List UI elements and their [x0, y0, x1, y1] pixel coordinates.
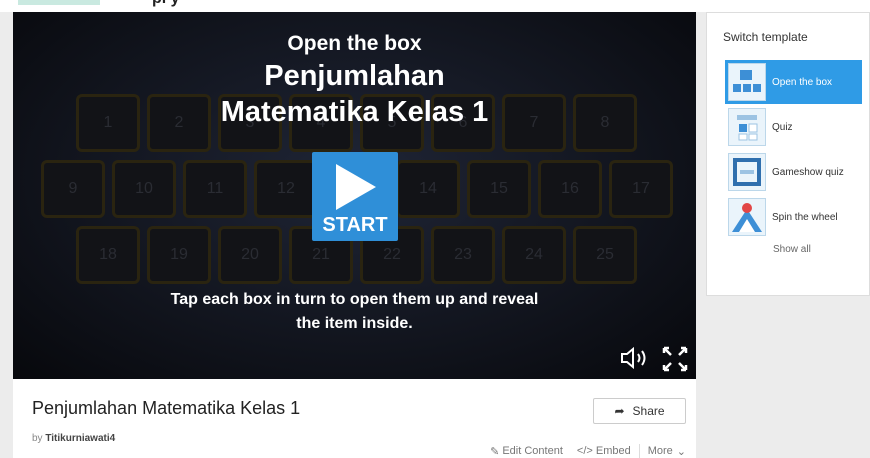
- start-button[interactable]: START: [312, 152, 398, 241]
- template-spin-the-wheel[interactable]: Spin the wheel: [725, 195, 862, 239]
- game-box[interactable]: 19: [147, 226, 211, 284]
- chevron-down-icon: ⌄: [676, 445, 686, 458]
- template-label: Open the box: [772, 76, 833, 88]
- author-line: by Titikurniawati4: [32, 433, 115, 444]
- share-arrow-icon: ➦: [614, 404, 625, 418]
- activity-actions: ✎ Edit Content </> Embed More ⌄: [490, 444, 686, 458]
- start-label: START: [322, 214, 388, 236]
- game-player[interactable]: 1234567891011121314151617181920212223242…: [13, 12, 696, 379]
- game-instructions: Tap each box in turn to open them up and…: [170, 291, 539, 332]
- game-title-line2: Matematika Kelas 1: [220, 96, 489, 128]
- activity-title: Penjumlahan Matematika Kelas 1: [32, 398, 301, 418]
- game-box[interactable]: 25: [573, 226, 637, 284]
- game-box[interactable]: 24: [502, 226, 566, 284]
- template-open-the-box[interactable]: Open the box: [725, 60, 862, 104]
- template-label: Spin the wheel: [772, 211, 838, 223]
- template-gameshow-quiz[interactable]: Gameshow quiz: [725, 150, 862, 194]
- divider: [638, 444, 640, 458]
- activity-info-panel: Penjumlahan Matematika Kelas 1 by Titiku…: [13, 379, 696, 458]
- share-button[interactable]: ➦ Share: [593, 398, 686, 424]
- game-box[interactable]: 14: [396, 160, 460, 218]
- edit-content-link[interactable]: Edit Content: [502, 445, 563, 457]
- top-strip-text: pl y: [152, 0, 180, 8]
- play-icon: [336, 164, 376, 210]
- game-box[interactable]: 17: [609, 160, 673, 218]
- top-strip: pl y: [0, 0, 870, 12]
- switch-template-panel: Switch template Open the box Quiz Gamesh…: [706, 12, 870, 296]
- volume-icon[interactable]: [620, 346, 650, 370]
- top-tab[interactable]: [18, 0, 100, 5]
- more-link[interactable]: More: [648, 445, 673, 457]
- template-label: Quiz: [772, 121, 793, 133]
- game-box[interactable]: 9: [41, 160, 105, 218]
- game-box[interactable]: 20: [218, 226, 282, 284]
- show-all-link[interactable]: Show all: [773, 244, 811, 255]
- switch-template-heading: Switch template: [723, 30, 808, 44]
- game-box[interactable]: 23: [431, 226, 495, 284]
- game-box[interactable]: 12: [254, 160, 318, 218]
- game-title-line1: Penjumlahan: [264, 60, 445, 92]
- game-title: Penjumlahan Matematika Kelas 1: [13, 58, 696, 130]
- pencil-icon: ✎: [490, 445, 503, 458]
- game-box[interactable]: 11: [183, 160, 247, 218]
- template-quiz[interactable]: Quiz: [725, 105, 862, 149]
- game-template-name: Open the box: [287, 32, 422, 55]
- fullscreen-icon[interactable]: [662, 346, 688, 372]
- game-box[interactable]: 15: [467, 160, 531, 218]
- open-the-box-icon: [728, 63, 766, 101]
- by-prefix: by: [32, 433, 43, 444]
- template-label: Gameshow quiz: [772, 166, 844, 178]
- embed-link[interactable]: Embed: [596, 445, 631, 457]
- share-label: Share: [632, 404, 665, 418]
- code-icon: </>: [576, 445, 596, 457]
- game-box[interactable]: 10: [112, 160, 176, 218]
- quiz-icon: [728, 108, 766, 146]
- game-box[interactable]: 16: [538, 160, 602, 218]
- author-link[interactable]: Titikurniawati4: [45, 433, 115, 444]
- spin-the-wheel-icon: [728, 198, 766, 236]
- game-box[interactable]: 18: [76, 226, 140, 284]
- gameshow-quiz-icon: [728, 153, 766, 191]
